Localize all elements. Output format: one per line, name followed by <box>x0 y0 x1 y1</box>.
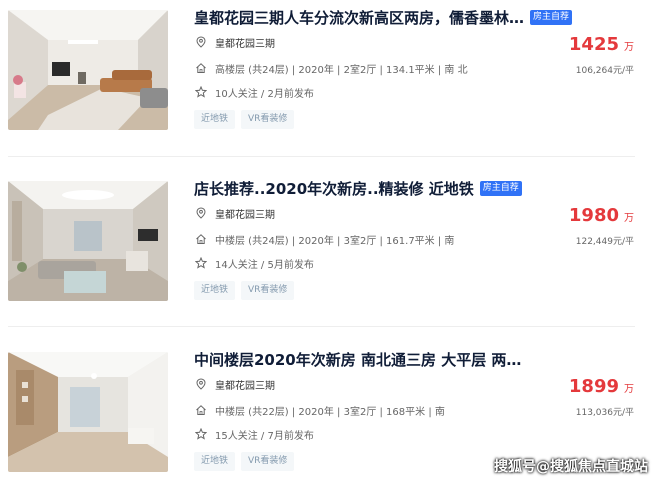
tag-vr-decoration[interactable]: VR看装修 <box>241 281 295 300</box>
community-link[interactable]: 皇都花园三期 <box>215 206 275 221</box>
location-pin-icon <box>194 36 207 49</box>
total-price-value: 1899 <box>568 376 619 397</box>
follow-info-text: 14人关注 / 5月前发布 <box>215 259 314 271</box>
house-info-line: 高楼层 (共24层) | 2020年 | 2室2厅 | 134.1平米 | 南 … <box>194 60 468 76</box>
price-box: 1980 万 122,449元/平 <box>569 205 634 247</box>
listing-title[interactable]: 皇都花园三期人车分流次新高区两房，儒香墨林… <box>194 7 524 28</box>
unit-price: 113,036元/平 <box>575 408 634 418</box>
listing-title[interactable]: 店长推荐..2020年次新房..精装修 近地铁 <box>194 178 474 199</box>
total-price: 1425 万 <box>569 34 634 55</box>
total-price-value: 1980 <box>568 205 619 226</box>
house-icon <box>194 62 207 75</box>
listing-divider <box>8 156 635 157</box>
house-info-text: 高楼层 (共24层) | 2020年 | 2室2厅 | 134.1平米 | 南 … <box>215 64 468 76</box>
house-icon <box>194 404 207 417</box>
house-info-line: 中楼层 (共24层) | 2020年 | 3室2厅 | 161.7平米 | 南 <box>194 231 454 247</box>
house-info-text: 中楼层 (共22层) | 2020年 | 3室2厅 | 168平米 | 南 <box>215 406 445 418</box>
tag-list: 近地铁 VR看装修 <box>194 452 295 471</box>
owner-recommend-badge: 房主自荐 <box>530 9 573 25</box>
follow-info-text: 15人关注 / 7月前发布 <box>215 430 314 442</box>
listing-photo[interactable] <box>8 352 168 472</box>
house-info-line: 中楼层 (共22层) | 2020年 | 3室2厅 | 168平米 | 南 <box>194 402 445 418</box>
price-box: 1899 万 113,036元/平 <box>569 376 634 418</box>
listing-divider <box>8 326 635 327</box>
tag-near-subway[interactable]: 近地铁 <box>194 110 236 129</box>
location-pin-icon <box>194 207 207 220</box>
total-price-unit: 万 <box>624 384 634 395</box>
total-price-value: 1425 <box>568 34 619 55</box>
listing-card[interactable]: 皇都花园三期人车分流次新高区两房，儒香墨林… 房主自荐 皇都花园三期 高楼层 (… <box>0 0 660 150</box>
community-line: 皇都花园三期 <box>194 34 275 50</box>
community-line: 皇都花园三期 <box>194 205 275 221</box>
star-icon <box>194 428 207 441</box>
star-icon <box>194 257 207 270</box>
community-link[interactable]: 皇都花园三期 <box>215 377 275 392</box>
follow-info-line: 14人关注 / 5月前发布 <box>194 255 314 271</box>
star-icon <box>194 86 207 99</box>
listing-photo[interactable] <box>8 181 168 301</box>
community-line: 皇都花园三期 <box>194 376 275 392</box>
community-link[interactable]: 皇都花园三期 <box>215 35 275 50</box>
listing-title[interactable]: 中间楼层2020年次新房 南北通三房 大平层 两… <box>194 349 521 370</box>
living-room-photo <box>8 181 168 301</box>
price-box: 1425 万 106,264元/平 <box>569 34 634 76</box>
house-icon <box>194 233 207 246</box>
living-room-photo <box>8 352 168 472</box>
tag-list: 近地铁 VR看装修 <box>194 110 295 129</box>
tag-near-subway[interactable]: 近地铁 <box>194 452 236 471</box>
tag-near-subway[interactable]: 近地铁 <box>194 281 236 300</box>
tag-vr-decoration[interactable]: VR看装修 <box>241 110 295 129</box>
total-price-unit: 万 <box>624 42 634 53</box>
total-price: 1899 万 <box>569 376 634 397</box>
listing-photo[interactable] <box>8 10 168 130</box>
tag-vr-decoration[interactable]: VR看装修 <box>241 452 295 471</box>
unit-price: 106,264元/平 <box>575 66 634 76</box>
listing-card[interactable]: 店长推荐..2020年次新房..精装修 近地铁 房主自荐 皇都花园三期 中楼层 … <box>0 171 660 321</box>
unit-price: 122,449元/平 <box>575 237 634 247</box>
total-price-unit: 万 <box>624 213 634 224</box>
watermark: 搜狐号@搜狐焦点直城站 <box>494 459 648 475</box>
owner-recommend-badge: 房主自荐 <box>479 180 522 196</box>
follow-info-line: 10人关注 / 2月前发布 <box>194 84 314 100</box>
tag-list: 近地铁 VR看装修 <box>194 281 295 300</box>
total-price: 1980 万 <box>569 205 634 226</box>
house-info-text: 中楼层 (共24层) | 2020年 | 3室2厅 | 161.7平米 | 南 <box>215 235 455 247</box>
follow-info-text: 10人关注 / 2月前发布 <box>215 88 314 100</box>
location-pin-icon <box>194 378 207 391</box>
follow-info-line: 15人关注 / 7月前发布 <box>194 426 314 442</box>
living-room-photo <box>8 10 168 130</box>
